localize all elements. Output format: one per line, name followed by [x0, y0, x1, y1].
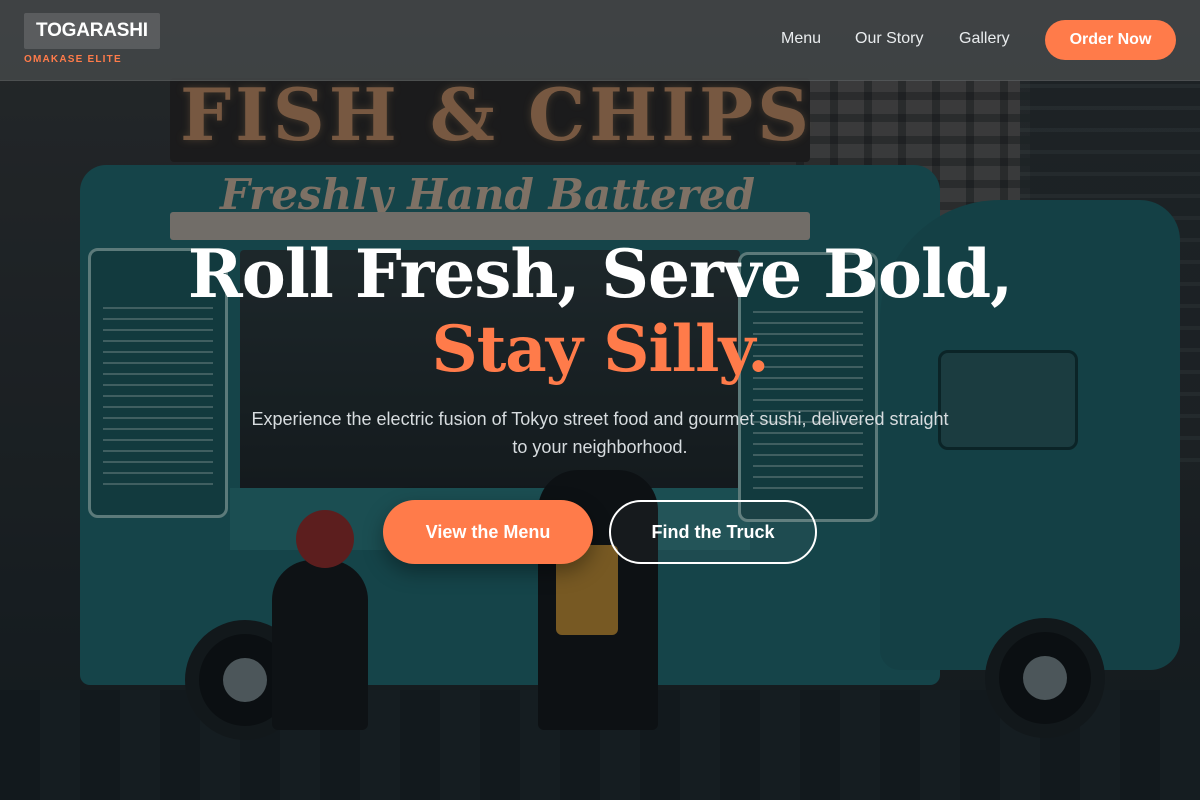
- top-navigation-bar: TOGARASHI OMAKASE ELITE Menu Our Story G…: [0, 0, 1200, 81]
- nav-link-menu[interactable]: Menu: [781, 30, 821, 48]
- hero-dark-overlay: [0, 0, 1200, 800]
- view-menu-button[interactable]: View the Menu: [383, 500, 593, 564]
- brand-subtitle: OMAKASE ELITE: [24, 54, 122, 65]
- brand-logo[interactable]: TOGARASHI: [24, 13, 160, 49]
- find-truck-button[interactable]: Find the Truck: [609, 500, 817, 564]
- order-now-button[interactable]: Order Now: [1045, 20, 1176, 60]
- nav-link-our-story[interactable]: Our Story: [855, 30, 923, 48]
- nav-link-gallery[interactable]: Gallery: [959, 30, 1010, 48]
- hero-headline-accent: Stay Silly.: [431, 312, 770, 387]
- hero-tagline: Experience the electric fusion of Tokyo …: [251, 409, 949, 457]
- hero-headline: Roll Fresh, Serve Bold,: [187, 235, 1013, 313]
